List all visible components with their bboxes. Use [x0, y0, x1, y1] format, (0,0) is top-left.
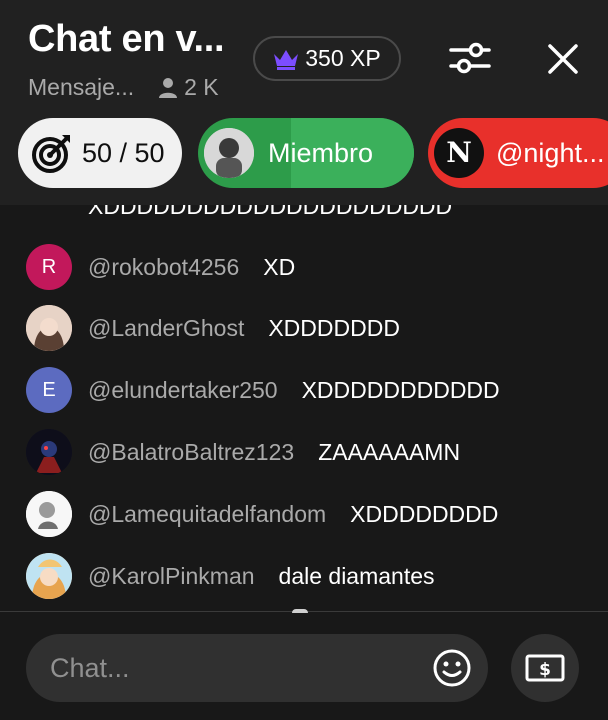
member-avatar [204, 128, 254, 178]
member-label: Miembro [268, 137, 374, 168]
chat-input[interactable] [50, 652, 430, 684]
person-icon [159, 77, 178, 98]
xp-label: 350 XP [305, 45, 381, 71]
message-author[interactable]: @BalatroBaltrez123 [88, 439, 294, 466]
super-chat-button[interactable]: $ [511, 634, 579, 702]
message-author[interactable]: @Lamequitadelfandom [88, 501, 326, 528]
message-text: ZAAAAAAMN [318, 438, 461, 465]
chat-message[interactable]: @Lamequitadelfandom XDDDDDDDD [26, 491, 498, 537]
goal-pill[interactable]: 50 / 50 [18, 118, 182, 188]
message-author[interactable]: @LanderGhost [88, 315, 244, 342]
user-pill-avatar: N [434, 128, 484, 178]
user-pill-label: @night... [496, 137, 605, 168]
member-pill[interactable]: Miembro [198, 118, 414, 188]
chat-message[interactable]: R @rokobot4256 XD [26, 244, 295, 290]
message-author[interactable]: @elundertaker250 [88, 377, 278, 404]
emoji-button[interactable] [432, 648, 472, 688]
chat-message-list[interactable]: XDDDDDDDDDDDDDDDDDDDDD R @rokobot4256 XD… [0, 205, 608, 611]
avatar[interactable] [26, 429, 72, 475]
chat-input-container[interactable] [26, 634, 488, 702]
message-author[interactable]: @rokobot4256 [88, 254, 239, 281]
filter-button[interactable] [446, 36, 494, 80]
viewer-count-value: 2 K [184, 74, 219, 100]
sliders-icon [449, 42, 491, 74]
message-author[interactable]: @KarolPinkman [88, 563, 255, 590]
svg-text:N: N [446, 136, 472, 169]
close-button[interactable] [540, 36, 586, 82]
goal-progress: 50 / 50 [82, 137, 165, 168]
message-text: XDDDDDDDDDDD [301, 376, 500, 403]
message-text: XDDDDDDD [268, 314, 400, 341]
user-pill[interactable]: N @night... [428, 118, 608, 188]
partial-message-text: XDDDDDDDDDDDDDDDDDDDDD [88, 205, 453, 219]
chat-message[interactable]: @BalatroBaltrez123 ZAAAAAAMN [26, 429, 460, 475]
chat-title: Chat en v... [28, 18, 225, 60]
close-icon [548, 44, 578, 74]
chat-header: Chat en v... Mensaje... 2 K 350 XP 50 / … [0, 0, 608, 205]
avatar[interactable] [26, 553, 72, 599]
avatar[interactable]: E [26, 367, 72, 413]
avatar[interactable]: R [26, 244, 72, 290]
message-text: XD [263, 253, 296, 280]
chat-mode-label[interactable]: Mensaje... [28, 74, 134, 101]
viewer-count: 2 K [158, 74, 219, 101]
target-icon [32, 135, 70, 173]
crown-icon [274, 49, 299, 70]
message-text: dale diamantes [278, 562, 435, 589]
emoji-icon [433, 649, 471, 687]
chat-message[interactable]: @LanderGhost XDDDDDDD [26, 305, 400, 351]
chat-subtitle-row[interactable]: Mensaje... 2 K [28, 74, 219, 101]
chat-message[interactable]: E @elundertaker250 XDDDDDDDDDDD [26, 367, 500, 413]
svg-text:$: $ [539, 660, 551, 680]
avatar[interactable] [26, 491, 72, 537]
money-icon: $ [525, 654, 565, 682]
avatar[interactable] [26, 305, 72, 351]
partial-avatar-peek [292, 609, 308, 613]
chat-message[interactable]: @KarolPinkman dale diamantes [26, 553, 435, 599]
xp-badge[interactable]: 350 XP [253, 36, 401, 81]
message-text: XDDDDDDDD [350, 500, 499, 527]
